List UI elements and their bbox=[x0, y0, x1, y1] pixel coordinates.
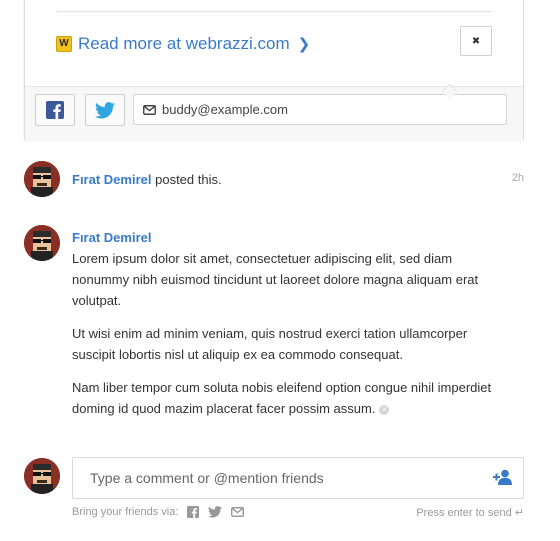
post-author-link[interactable]: Fırat Demirel bbox=[72, 172, 151, 187]
post-action-text: posted this. bbox=[155, 172, 222, 187]
comment-paragraph-text: Nam liber tempor cum soluta nobis eleife… bbox=[72, 380, 492, 416]
invite-email-button[interactable] bbox=[231, 507, 245, 517]
divider bbox=[57, 11, 491, 12]
twitter-icon bbox=[95, 101, 115, 118]
avatar[interactable] bbox=[24, 458, 60, 494]
read-more-label: Read more at webrazzi.com bbox=[78, 34, 290, 53]
press-enter-hint: Press enter to send ↵ bbox=[416, 507, 524, 519]
facebook-icon bbox=[187, 506, 200, 518]
avatar[interactable] bbox=[24, 225, 60, 261]
avatar[interactable] bbox=[24, 161, 60, 197]
comment-input[interactable] bbox=[88, 469, 482, 487]
comment-paragraph: Lorem ipsum dolor sit amet, consectetuer… bbox=[72, 251, 479, 308]
envelope-icon bbox=[231, 507, 245, 517]
add-friend-button[interactable] bbox=[493, 469, 513, 490]
webrazzi-w-icon: W bbox=[56, 36, 72, 52]
twitter-share-button[interactable] bbox=[85, 94, 125, 126]
envelope-icon bbox=[143, 104, 156, 115]
invite-facebook-button[interactable] bbox=[187, 506, 200, 518]
close-icon: ✖ bbox=[471, 35, 481, 47]
chevron-right-icon: ❯ bbox=[297, 36, 311, 53]
comment: Fırat Demirel Lorem ipsum dolor sit amet… bbox=[72, 227, 512, 431]
comment-author-link[interactable]: Fırat Demirel bbox=[72, 227, 512, 248]
invite-twitter-button[interactable] bbox=[208, 506, 223, 518]
pixel-face-icon bbox=[24, 225, 60, 261]
invite-friends-bar: Bring your friends via: bbox=[72, 506, 245, 518]
comment-composer bbox=[72, 457, 524, 499]
delete-comment-icon[interactable]: × bbox=[379, 404, 390, 415]
facebook-share-button[interactable] bbox=[35, 94, 75, 126]
post-timestamp: 2h bbox=[511, 172, 524, 184]
email-share-field[interactable]: buddy@example.com bbox=[133, 94, 507, 125]
link-preview-card: W Read more at webrazzi.com ❯ ✖ buddy@ex… bbox=[24, 0, 524, 140]
email-value: buddy@example.com bbox=[162, 102, 288, 117]
pixel-face-icon bbox=[24, 161, 60, 197]
comment-paragraph: Ut wisi enim ad minim veniam, quis nostr… bbox=[72, 326, 468, 362]
comment-paragraph: Nam liber tempor cum soluta nobis eleife… bbox=[72, 377, 512, 419]
add-user-icon bbox=[493, 469, 512, 485]
read-more-link[interactable]: W Read more at webrazzi.com ❯ bbox=[56, 34, 310, 54]
facebook-icon bbox=[46, 101, 64, 119]
twitter-icon bbox=[208, 506, 223, 518]
bring-friends-label: Bring your friends via: bbox=[72, 506, 179, 518]
pixel-face-icon bbox=[24, 458, 60, 494]
post-activity: Fırat Demirel posted this. bbox=[72, 172, 222, 187]
close-button[interactable]: ✖ bbox=[460, 26, 492, 56]
